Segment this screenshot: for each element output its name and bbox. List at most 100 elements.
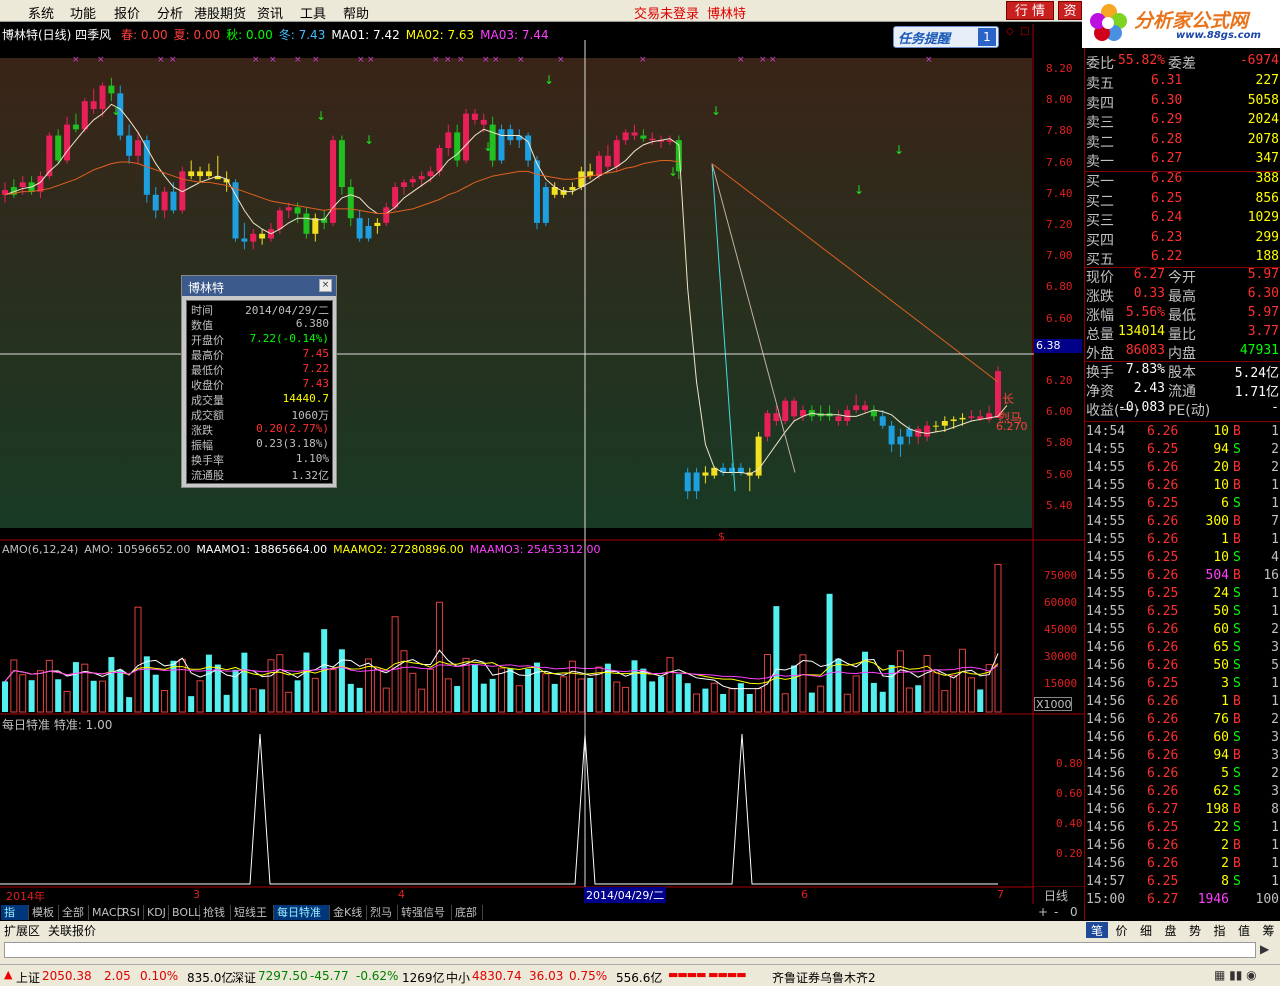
signal-marker: × xyxy=(759,55,767,65)
tab-related-quote[interactable]: 关联报价 xyxy=(48,922,96,939)
bid-row[interactable]: 买三 6.24 1029 xyxy=(1085,210,1280,229)
bid-row[interactable]: 买五 6.22 188 xyxy=(1085,249,1280,268)
zoom-in-button[interactable]: + xyxy=(1038,905,1048,919)
ask-price: 6.29 xyxy=(1151,112,1183,127)
horizontal-scrollbar[interactable]: ▶ xyxy=(0,938,1280,964)
candle-body xyxy=(968,416,975,418)
quote-tab-1[interactable]: 价 xyxy=(1111,922,1133,939)
tab-13[interactable]: 底部 xyxy=(452,905,483,920)
date-label: 6 xyxy=(801,888,808,901)
amo-bar xyxy=(303,652,310,712)
tick-time: 14:56 xyxy=(1086,802,1126,817)
tick-time: 14:55 xyxy=(1086,514,1126,529)
bid-price: 6.26 xyxy=(1151,171,1183,186)
quote-tab-2[interactable]: 细 xyxy=(1135,922,1157,939)
amo-bar xyxy=(649,681,656,712)
dollar-marker: $ xyxy=(718,530,725,543)
bid-row[interactable]: 买四 6.23 299 xyxy=(1085,230,1280,249)
tab-extension-area[interactable]: 扩展区 xyxy=(4,922,40,939)
tick-price: 6.25 xyxy=(1147,820,1179,835)
popup-label: 涨跌 xyxy=(191,424,213,437)
quote-tab-0[interactable]: 笔 xyxy=(1086,922,1108,939)
close-icon[interactable]: × xyxy=(319,279,332,292)
zoom-reset-button[interactable]: 0 xyxy=(1070,905,1078,919)
tray-icons[interactable]: ▦ ▮▮ ◉ xyxy=(1214,968,1257,982)
tab-7[interactable]: 抢钱 xyxy=(200,905,231,920)
amo-bar xyxy=(702,688,709,712)
trade-tick-row: 14:56 6.25 3 S 1 xyxy=(1085,676,1280,694)
amo-tick-label: 15000 xyxy=(1044,677,1078,690)
popup-label: 换手率 xyxy=(191,454,224,467)
candle-body xyxy=(241,238,248,242)
amo-bar xyxy=(161,689,169,713)
tab-3[interactable]: MACD xyxy=(89,905,125,920)
period-label[interactable]: 日线 xyxy=(1034,887,1084,903)
tab-0[interactable]: 指标 xyxy=(1,905,29,934)
tick-volume: 76 xyxy=(1213,712,1229,727)
ask-row[interactable]: 卖三 6.29 2024 xyxy=(1085,112,1280,131)
tab-4[interactable]: RSI xyxy=(119,905,144,920)
popup-row: 成交量 14440.7 xyxy=(187,392,332,407)
scroll-right-icon[interactable]: ▶ xyxy=(1260,942,1269,956)
amo-bar xyxy=(533,662,540,712)
popup-row: 数值 6.380 xyxy=(187,317,332,332)
amo-bar xyxy=(418,688,426,713)
tab-5[interactable]: KDJ xyxy=(144,905,169,920)
tab-11[interactable]: 烈马 xyxy=(367,905,398,920)
popup-body: 时间 2014/04/29/二 数值 6.380 开盘价 7.22(-0.14%) 最高价 7… xyxy=(186,300,333,484)
tick-price: 6.26 xyxy=(1147,640,1179,655)
data-popup-window[interactable]: 博林特 × 时间 2014/04/29/二 数值 6.380 开盘价 7.22(-0.14… xyxy=(181,275,337,488)
quote-row: 净资 2.43 流通 1.71亿 xyxy=(1085,381,1280,400)
ask-row[interactable]: 卖四 6.30 5058 xyxy=(1085,93,1280,112)
amo-bar xyxy=(755,688,763,713)
amo-bar xyxy=(259,689,266,712)
quote-value: 7.83% xyxy=(1125,362,1165,377)
tab-2[interactable]: 全部 xyxy=(59,905,89,920)
amo-bar xyxy=(28,680,35,712)
scroll-track[interactable] xyxy=(4,942,1256,958)
bid-row[interactable]: 买一 6.26 388 xyxy=(1085,171,1280,190)
price-tick-label: 5.40 xyxy=(1046,498,1073,512)
amo-bar xyxy=(959,648,967,713)
ask-row[interactable]: 卖一 6.27 347 xyxy=(1085,151,1280,170)
tab-6[interactable]: BOLL xyxy=(169,905,200,920)
ask-row[interactable]: 卖二 6.28 2078 xyxy=(1085,132,1280,151)
amo-bar xyxy=(967,677,975,713)
ask-volume: 227 xyxy=(1255,73,1279,88)
zoom-out-button[interactable]: - xyxy=(1054,905,1058,919)
candle-body xyxy=(81,101,88,130)
amo-bar xyxy=(587,677,594,712)
amo-bar xyxy=(498,667,505,713)
popup-title-bar[interactable]: 博林特 × xyxy=(182,276,336,296)
tab-12[interactable]: 转强信号 xyxy=(398,905,452,920)
candle-body xyxy=(197,171,204,177)
quote-tab-6[interactable]: 值 xyxy=(1233,922,1255,939)
ask-row[interactable]: 卖五 6.31 227 xyxy=(1085,73,1280,92)
tick-time: 14:55 xyxy=(1086,550,1126,565)
candle-body xyxy=(613,140,620,167)
quote-tab-7[interactable]: 筹 xyxy=(1258,922,1280,939)
logo-text: 分析家公式网 xyxy=(1134,10,1249,32)
label-price: 6.270 xyxy=(996,420,1028,433)
amo-bar xyxy=(737,683,744,712)
popup-value: 1060万 xyxy=(291,409,330,422)
tab-10[interactable]: 金K线 xyxy=(330,905,367,920)
quote-tab-5[interactable]: 指 xyxy=(1209,922,1231,939)
amo-bar xyxy=(72,662,79,712)
chart-canvas[interactable]: × × × × × × × × × × × × × × × × × × × × × ×↓ ↓↓ ↓↓↓↓↓↓$ xyxy=(0,0,1084,904)
daily-tick-label: 0.80 xyxy=(1056,757,1083,770)
amo-bar xyxy=(489,678,496,712)
quote-tab-4[interactable]: 势 xyxy=(1184,922,1206,939)
quote-row: 委比 -55.82% 委差 -6974 xyxy=(1085,53,1280,72)
signal-marker: × xyxy=(367,55,375,65)
quote-tab-3[interactable]: 盘 xyxy=(1160,922,1182,939)
tab-9[interactable]: 每日特准 xyxy=(274,905,330,920)
tab-8[interactable]: 短线王 xyxy=(231,905,274,920)
amo-bar xyxy=(134,606,142,713)
tab-1[interactable]: 模板 xyxy=(29,905,59,920)
signal-marker: × xyxy=(925,55,933,65)
index-quote-item[interactable]: 齐鲁证券乌鲁木齐2 xyxy=(772,969,876,986)
date-axis: 2014年 3 4 2014/04/29/二 6 7 xyxy=(0,887,1034,903)
tick-volume: 22 xyxy=(1213,820,1229,835)
bid-row[interactable]: 买二 6.25 856 xyxy=(1085,191,1280,210)
